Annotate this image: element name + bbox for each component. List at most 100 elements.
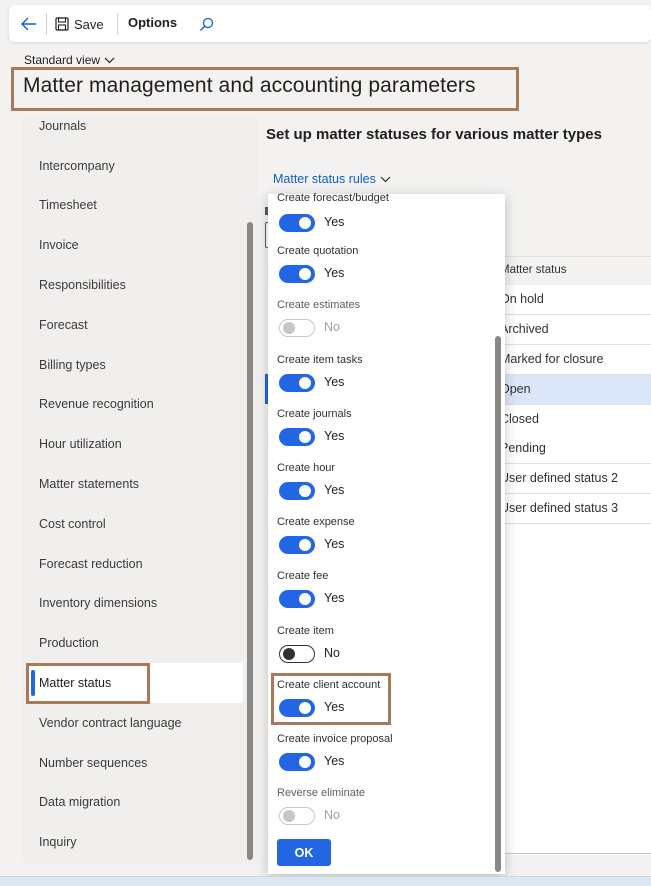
sidebar-item-matter-statements[interactable]: Matter statements bbox=[39, 477, 139, 491]
sidebar-item-inventory-dimensions[interactable]: Inventory dimensions bbox=[39, 596, 157, 610]
search-button[interactable] bbox=[195, 14, 217, 34]
toolbar-divider bbox=[117, 13, 118, 35]
toggle-value: Yes bbox=[324, 483, 345, 497]
toggle-value: No bbox=[324, 808, 340, 822]
create-quotation-toggle[interactable] bbox=[279, 265, 315, 283]
field-label: Create fee bbox=[277, 570, 329, 582]
sidebar-item-invoice[interactable]: Invoice bbox=[39, 238, 79, 252]
toggle-knob bbox=[299, 431, 311, 443]
client-account-highlight-box bbox=[271, 673, 391, 725]
field-label: Create item bbox=[277, 625, 334, 637]
create-fee-toggle[interactable] bbox=[279, 590, 315, 608]
toggle-knob bbox=[299, 593, 311, 605]
field-label: Reverse eliminate bbox=[277, 787, 366, 799]
sidebar-item-journals[interactable]: Journals bbox=[39, 119, 86, 133]
save-label: Save bbox=[74, 16, 104, 32]
create-estimates-field: Create estimates No bbox=[277, 299, 360, 338]
flyout-scrollbar[interactable] bbox=[495, 336, 501, 872]
sidebar-item-production[interactable]: Production bbox=[39, 636, 99, 650]
chevron-down-icon bbox=[104, 57, 115, 63]
taskbar-strip bbox=[0, 876, 651, 886]
back-arrow-icon bbox=[21, 17, 36, 31]
nav-scrollbar[interactable] bbox=[247, 222, 253, 860]
toggle-value: Yes bbox=[324, 215, 345, 229]
toggle-knob bbox=[283, 322, 295, 334]
create-item-tasks-toggle[interactable] bbox=[279, 374, 315, 392]
field-label: Create quotation bbox=[277, 245, 359, 257]
chevron-down-icon bbox=[380, 176, 391, 182]
toolbar-divider bbox=[46, 13, 47, 35]
back-button[interactable] bbox=[17, 13, 41, 35]
toggle-value: No bbox=[324, 320, 340, 334]
grid-header-divider bbox=[490, 256, 651, 257]
sidebar-item-data-migration[interactable]: Data migration bbox=[39, 795, 120, 809]
field-label: Create journals bbox=[277, 408, 352, 420]
toggle-value: Yes bbox=[324, 429, 345, 443]
create-forecast-budget-field: Create forecast/budget Yes bbox=[277, 192, 389, 233]
ok-button[interactable]: OK bbox=[277, 839, 331, 866]
options-button[interactable]: Options bbox=[128, 15, 177, 30]
save-button[interactable]: Save bbox=[55, 14, 104, 34]
toggle-value: Yes bbox=[324, 754, 345, 768]
sidebar-item-forecast-reduction[interactable]: Forecast reduction bbox=[39, 557, 143, 571]
field-label: Create forecast/budget bbox=[277, 192, 389, 204]
sidebar-item-cost-control[interactable]: Cost control bbox=[39, 517, 106, 531]
create-expense-field: Create expense Yes bbox=[277, 516, 355, 555]
table-row[interactable]: User defined status 3 bbox=[490, 494, 651, 524]
nav-highlight-box bbox=[26, 663, 150, 704]
create-expense-toggle[interactable] bbox=[279, 536, 315, 554]
grid-column-header[interactable]: Matter status bbox=[500, 264, 566, 276]
sidebar-item-inquiry[interactable]: Inquiry bbox=[39, 835, 77, 849]
reverse-eliminate-field: Reverse eliminate No bbox=[277, 787, 365, 826]
toggle-knob bbox=[283, 810, 295, 822]
field-label: Create estimates bbox=[277, 299, 361, 311]
create-hour-toggle[interactable] bbox=[279, 482, 315, 500]
section-title: Set up matter statuses for various matte… bbox=[266, 126, 602, 143]
create-fee-field: Create fee Yes bbox=[277, 570, 344, 609]
toggle-knob bbox=[299, 485, 311, 497]
table-cell: Closed bbox=[500, 412, 539, 426]
toggle-knob bbox=[299, 268, 311, 280]
tab-matter-status-rules[interactable]: Matter status rules bbox=[273, 172, 391, 186]
create-item-field: Create item No bbox=[277, 625, 340, 664]
grid-footer-divider bbox=[500, 853, 651, 854]
toggle-value: No bbox=[324, 646, 340, 660]
create-quotation-field: Create quotation Yes bbox=[277, 245, 358, 284]
sidebar-item-vendor-contract-language[interactable]: Vendor contract language bbox=[39, 716, 181, 730]
create-item-tasks-field: Create item tasks Yes bbox=[277, 354, 363, 393]
table-row[interactable]: Archived bbox=[490, 315, 651, 345]
create-forecast-budget-toggle[interactable] bbox=[279, 214, 315, 232]
sidebar-item-revenue-recognition[interactable]: Revenue recognition bbox=[39, 397, 154, 411]
table-row[interactable]: Pending bbox=[490, 434, 651, 464]
table-cell: Archived bbox=[500, 322, 549, 336]
sidebar-item-responsibilities[interactable]: Responsibilities bbox=[39, 278, 126, 292]
table-row-selected[interactable]: Open bbox=[490, 375, 651, 405]
sidebar-item-forecast[interactable]: Forecast bbox=[39, 318, 88, 332]
sidebar-item-intercompany[interactable]: Intercompany bbox=[39, 159, 115, 173]
toggle-knob bbox=[283, 648, 295, 660]
toggle-knob bbox=[299, 377, 311, 389]
field-label: Create invoice proposal bbox=[277, 733, 393, 745]
sidebar-item-hour-utilization[interactable]: Hour utilization bbox=[39, 437, 122, 451]
create-invoice-proposal-field: Create invoice proposal Yes bbox=[277, 733, 393, 772]
table-row[interactable]: On hold bbox=[490, 285, 651, 315]
toggle-knob bbox=[299, 217, 311, 229]
title-highlight-box bbox=[11, 67, 519, 111]
create-estimates-toggle bbox=[279, 319, 315, 337]
table-row[interactable]: Closed bbox=[490, 405, 651, 435]
create-journals-toggle[interactable] bbox=[279, 428, 315, 446]
table-cell: Pending bbox=[500, 441, 546, 455]
table-cell: User defined status 3 bbox=[500, 501, 619, 515]
sidebar-item-billing-types[interactable]: Billing types bbox=[39, 358, 106, 372]
sidebar-item-number-sequences[interactable]: Number sequences bbox=[39, 756, 147, 770]
toggle-value: Yes bbox=[324, 375, 345, 389]
table-row[interactable]: User defined status 2 bbox=[490, 464, 651, 494]
search-icon bbox=[199, 17, 213, 31]
create-invoice-proposal-toggle[interactable] bbox=[279, 753, 315, 771]
create-item-toggle[interactable] bbox=[279, 645, 315, 663]
view-selector[interactable]: Standard view bbox=[24, 53, 115, 67]
table-row[interactable]: Marked for closure bbox=[490, 345, 651, 375]
toggle-knob bbox=[299, 756, 311, 768]
field-label: Create hour bbox=[277, 462, 336, 474]
sidebar-item-timesheet[interactable]: Timesheet bbox=[39, 198, 97, 212]
